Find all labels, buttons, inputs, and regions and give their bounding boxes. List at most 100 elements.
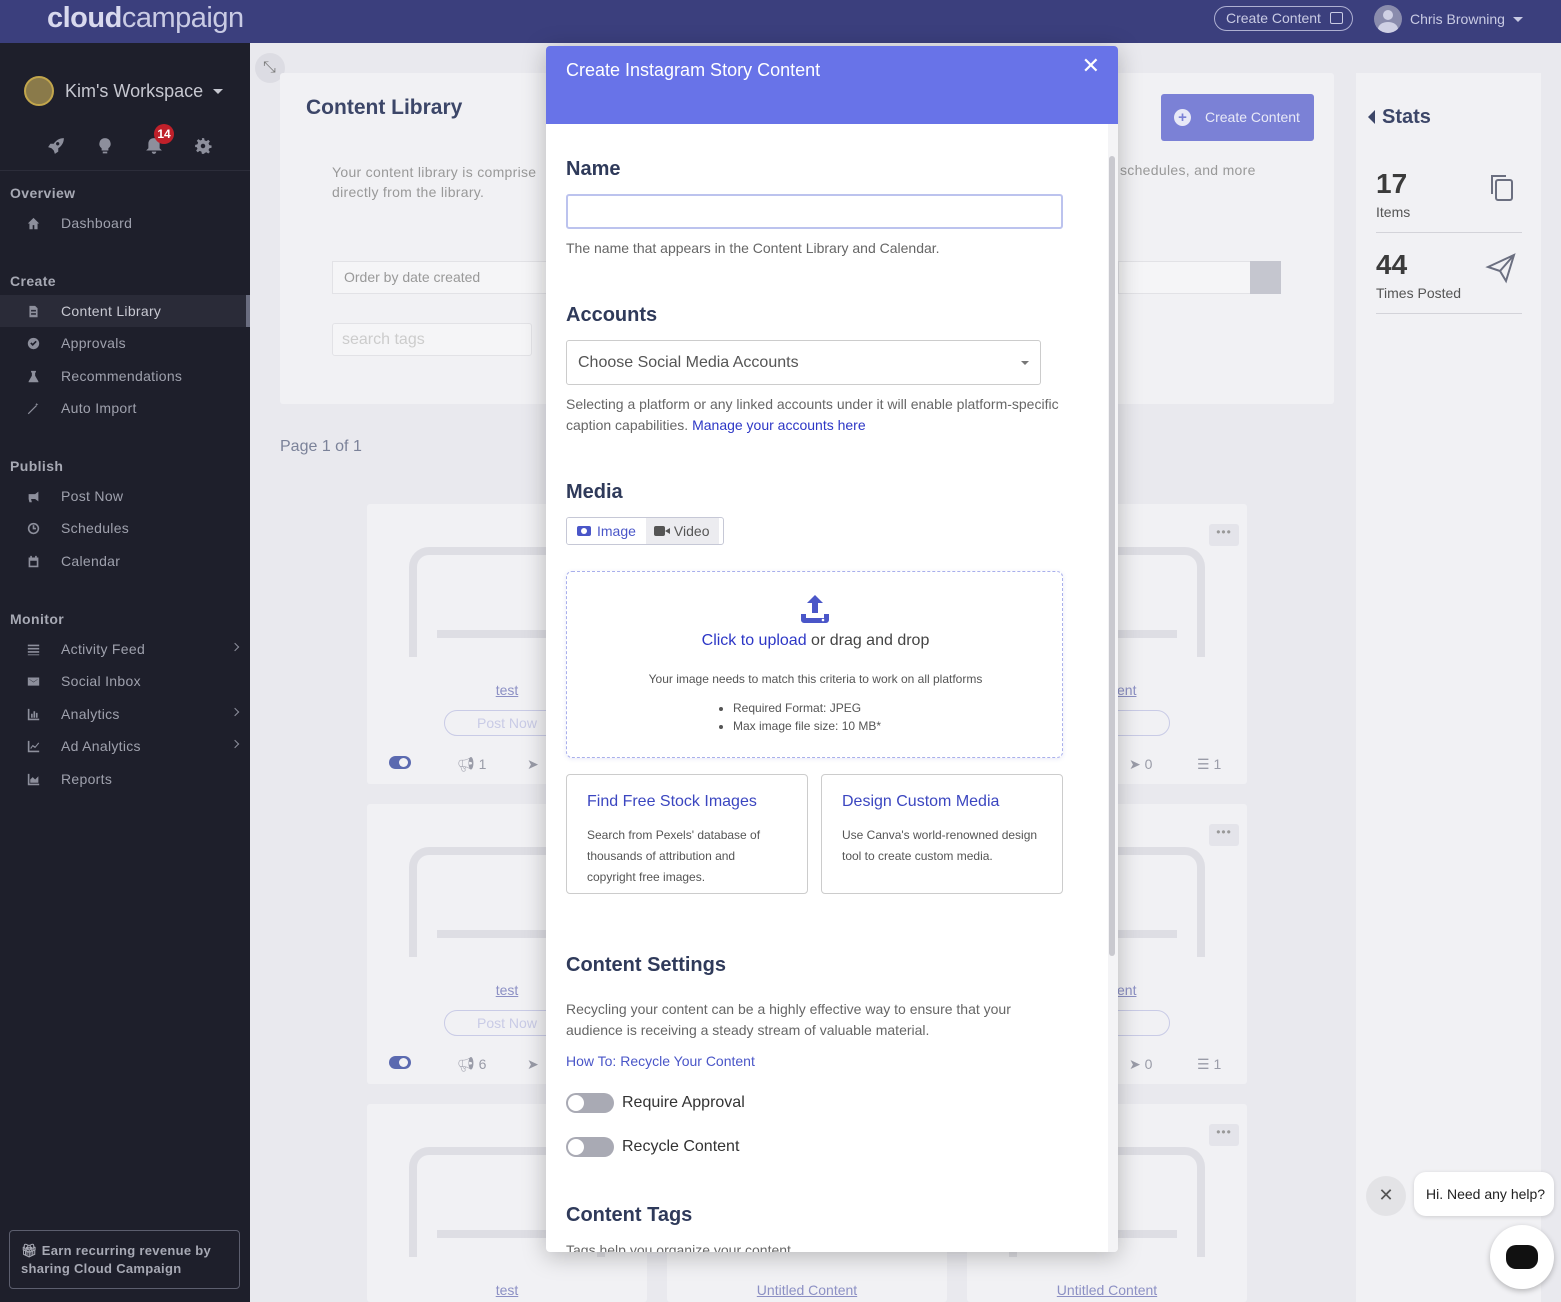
order-select[interactable]: Order by date created bbox=[332, 261, 572, 294]
library-description-line1: Your content library is comprise bbox=[332, 164, 537, 180]
close-icon[interactable]: ✕ bbox=[1082, 54, 1100, 79]
sidebar-item-label: Reports bbox=[61, 771, 113, 787]
sidebar-item-reports[interactable]: Reports bbox=[0, 763, 250, 795]
tag-search-input[interactable]: search tags bbox=[332, 323, 532, 356]
chat-launcher-icon[interactable] bbox=[1490, 1225, 1554, 1289]
more-options-icon[interactable]: ••• bbox=[1209, 524, 1239, 546]
recycle-howto-link[interactable]: How To: Recycle Your Content bbox=[566, 1051, 755, 1072]
megaphone-icon bbox=[26, 489, 40, 503]
list-icon: ☰ bbox=[1197, 1056, 1214, 1072]
name-input[interactable] bbox=[566, 194, 1063, 229]
recycle-content-toggle[interactable] bbox=[566, 1137, 614, 1157]
content-tags-help: Tags help you organize your content bbox=[566, 1242, 791, 1252]
camera-icon bbox=[577, 526, 591, 536]
stats-panel: Stats 17 Items 44 Times Posted bbox=[1356, 73, 1541, 1302]
line-chart-icon bbox=[26, 739, 40, 753]
sidebar-item-auto-import[interactable]: Auto Import bbox=[0, 392, 250, 424]
sidebar-item-dashboard[interactable]: Dashboard bbox=[0, 207, 250, 239]
cloudcampaign-logo[interactable]: cloudcampaign bbox=[47, 2, 244, 35]
accounts-heading: Accounts bbox=[566, 304, 658, 326]
card-title-link[interactable]: test bbox=[367, 1282, 647, 1298]
content-settings-heading: Content Settings bbox=[566, 954, 726, 976]
more-options-icon[interactable]: ••• bbox=[1209, 1124, 1239, 1146]
design-media-desc: Use Canva's world-renowned design tool t… bbox=[842, 828, 1038, 863]
upload-dropzone[interactable]: Click to upload or drag and drop Your im… bbox=[566, 571, 1063, 758]
sidebar-item-analytics[interactable]: Analytics bbox=[0, 698, 250, 730]
stock-images-card[interactable]: Find Free Stock Images Search from Pexel… bbox=[566, 774, 808, 894]
top-create-content-button[interactable]: Create Content bbox=[1214, 6, 1353, 31]
card-sent-count: ➤ 0 bbox=[1129, 756, 1152, 773]
more-options-icon[interactable]: ••• bbox=[1209, 824, 1239, 846]
sidebar-item-schedules[interactable]: Schedules bbox=[0, 512, 250, 544]
sidebar-item-label: Calendar bbox=[61, 553, 121, 569]
create-content-button[interactable]: Create Content bbox=[1161, 94, 1314, 141]
tab-video[interactable]: Video bbox=[645, 518, 720, 544]
card-title-link[interactable]: Untitled Content bbox=[967, 1282, 1247, 1298]
sidebar-item-content-library[interactable]: Content Library bbox=[0, 295, 250, 327]
copy-icon bbox=[1484, 170, 1518, 204]
sidebar-item-calendar[interactable]: Calendar bbox=[0, 545, 250, 577]
stats-title[interactable]: Stats bbox=[1368, 106, 1431, 129]
card-list-count: ☰ 1 bbox=[1197, 756, 1221, 773]
quick-icons: 14 bbox=[45, 124, 214, 157]
design-media-card[interactable]: Design Custom Media Use Canva's world-re… bbox=[821, 774, 1063, 894]
media-heading: Media bbox=[566, 481, 623, 503]
media-tabs: Image Video bbox=[566, 517, 724, 545]
sidebar-item-approvals[interactable]: Approvals bbox=[0, 327, 250, 359]
workspace-switcher[interactable]: Kim's Workspace bbox=[24, 76, 224, 106]
accounts-help: Selecting a platform or any linked accou… bbox=[566, 394, 1076, 436]
name-heading: Name bbox=[566, 158, 621, 180]
megaphone-icon: 📢︎ bbox=[457, 1056, 479, 1072]
stat-posted-label: Times Posted bbox=[1376, 285, 1462, 301]
referral-banner[interactable]: 🎁︎ Earn recurring revenue by sharing Clo… bbox=[9, 1230, 240, 1289]
scrollbar-thumb[interactable] bbox=[1109, 156, 1115, 956]
stat-items-label: Items bbox=[1376, 204, 1411, 220]
card-toggle[interactable] bbox=[389, 1056, 411, 1069]
require-approval-label: Require Approval bbox=[622, 1094, 745, 1111]
list-icon bbox=[26, 642, 40, 656]
sidebar-item-activity-feed[interactable]: Activity Feed bbox=[0, 633, 250, 665]
bell-icon[interactable]: 14 bbox=[143, 124, 174, 157]
stat-items-count: 17 bbox=[1376, 168, 1408, 199]
search-icon[interactable] bbox=[1250, 261, 1281, 294]
sidebar-item-label: Approvals bbox=[61, 335, 126, 351]
accounts-select[interactable]: Choose Social Media Accounts bbox=[566, 340, 1041, 385]
send-icon: ➤ bbox=[1129, 1056, 1145, 1072]
gear-icon[interactable] bbox=[192, 135, 214, 157]
manage-accounts-link[interactable]: Manage your accounts here bbox=[692, 417, 866, 433]
sidebar-item-social-inbox[interactable]: Social Inbox bbox=[0, 665, 250, 697]
user-menu[interactable]: Chris Browning bbox=[1374, 4, 1523, 34]
upload-requirements: Required Format: JPEG Max image file siz… bbox=[717, 699, 881, 735]
sidebar-item-recommendations[interactable]: Recommendations bbox=[0, 360, 250, 392]
chevron-down-icon bbox=[1021, 361, 1029, 365]
chevron-down-icon bbox=[213, 88, 224, 94]
sidebar-item-post-now[interactable]: Post Now bbox=[0, 480, 250, 512]
send-icon: ➤ bbox=[527, 756, 539, 772]
section-publish: Publish bbox=[10, 458, 64, 474]
tab-image-label: Image bbox=[597, 523, 636, 539]
click-to-upload-link[interactable]: Click to upload bbox=[702, 632, 807, 649]
chat-close-icon[interactable]: ✕ bbox=[1366, 1176, 1406, 1216]
sidebar-item-ad-analytics[interactable]: Ad Analytics bbox=[0, 730, 250, 762]
requirement-format: Required Format: JPEG bbox=[733, 699, 881, 717]
card-list-count: ☰ 1 bbox=[1197, 1056, 1221, 1073]
stat-posted-count: 44 bbox=[1376, 249, 1408, 280]
accounts-select-placeholder: Choose Social Media Accounts bbox=[578, 354, 799, 371]
require-approval-toggle[interactable] bbox=[566, 1093, 614, 1113]
rocket-icon[interactable] bbox=[45, 135, 67, 157]
card-count: 1 bbox=[1213, 756, 1222, 772]
recycle-content-label: Recycle Content bbox=[622, 1138, 740, 1155]
card-title-link[interactable]: Untitled Content bbox=[667, 1282, 947, 1298]
chat-message[interactable]: Hi. Need any help? bbox=[1414, 1172, 1554, 1216]
envelope-icon bbox=[26, 674, 40, 688]
section-overview: Overview bbox=[10, 185, 76, 201]
card-toggle[interactable] bbox=[389, 756, 411, 769]
upload-prompt: Click to upload or drag and drop bbox=[567, 632, 1064, 650]
home-icon bbox=[26, 216, 40, 230]
requirement-size: Max image file size: 10 MB* bbox=[733, 717, 881, 735]
top-bar: cloudcampaign Create Content Chris Brown… bbox=[0, 0, 1561, 43]
card-post-count: 📢︎ 1 bbox=[457, 756, 486, 773]
stats-divider bbox=[1376, 232, 1522, 233]
lightbulb-icon[interactable] bbox=[94, 135, 116, 157]
tab-image[interactable]: Image bbox=[567, 518, 646, 544]
